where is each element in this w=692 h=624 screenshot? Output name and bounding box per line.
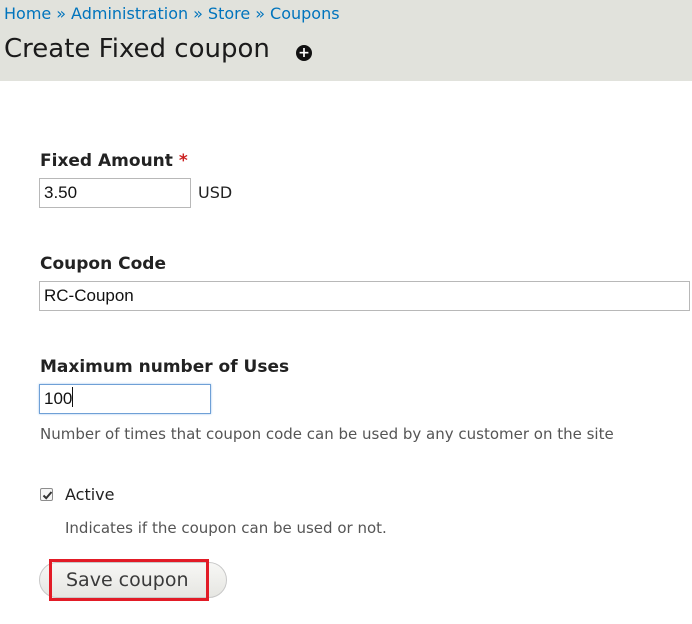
max-uses-label: Maximum number of Uses [40, 357, 290, 377]
max-uses-input[interactable]: 100 [39, 384, 211, 414]
breadcrumb-coupons-link[interactable]: Coupons [270, 4, 340, 23]
max-uses-description: Number of times that coupon code can be … [40, 425, 614, 443]
checkmark-icon [42, 491, 53, 500]
fixed-amount-label: Fixed Amount * [40, 151, 188, 171]
breadcrumb-administration-link[interactable]: Administration [71, 4, 188, 23]
breadcrumb-home-link[interactable]: Home [4, 4, 51, 23]
currency-suffix: USD [198, 183, 233, 202]
breadcrumb-separator: » [193, 4, 203, 23]
active-checkbox[interactable] [40, 488, 53, 501]
plus-circle-icon[interactable]: + [296, 45, 312, 61]
fixed-amount-label-text: Fixed Amount [40, 151, 173, 171]
max-uses-value: 100 [44, 389, 73, 408]
active-description: Indicates if the coupon can be used or n… [65, 519, 387, 537]
active-label[interactable]: Active [65, 485, 115, 504]
text-caret [72, 387, 74, 407]
save-coupon-button[interactable]: Save coupon [39, 562, 227, 598]
breadcrumb: Home» Administration» Store» Coupons [4, 4, 340, 23]
coupon-code-label: Coupon Code [40, 254, 166, 274]
breadcrumb-store-link[interactable]: Store [208, 4, 250, 23]
breadcrumb-separator: » [56, 4, 67, 23]
coupon-code-input[interactable]: RC-Coupon [39, 281, 690, 311]
page-header: Home» Administration» Store» Coupons Create… [0, 0, 692, 81]
required-marker: * [178, 151, 188, 171]
page-title: Create Fixed coupon [4, 34, 270, 64]
breadcrumb-separator: » [255, 4, 266, 23]
fixed-amount-input[interactable]: 3.50 [39, 178, 191, 208]
